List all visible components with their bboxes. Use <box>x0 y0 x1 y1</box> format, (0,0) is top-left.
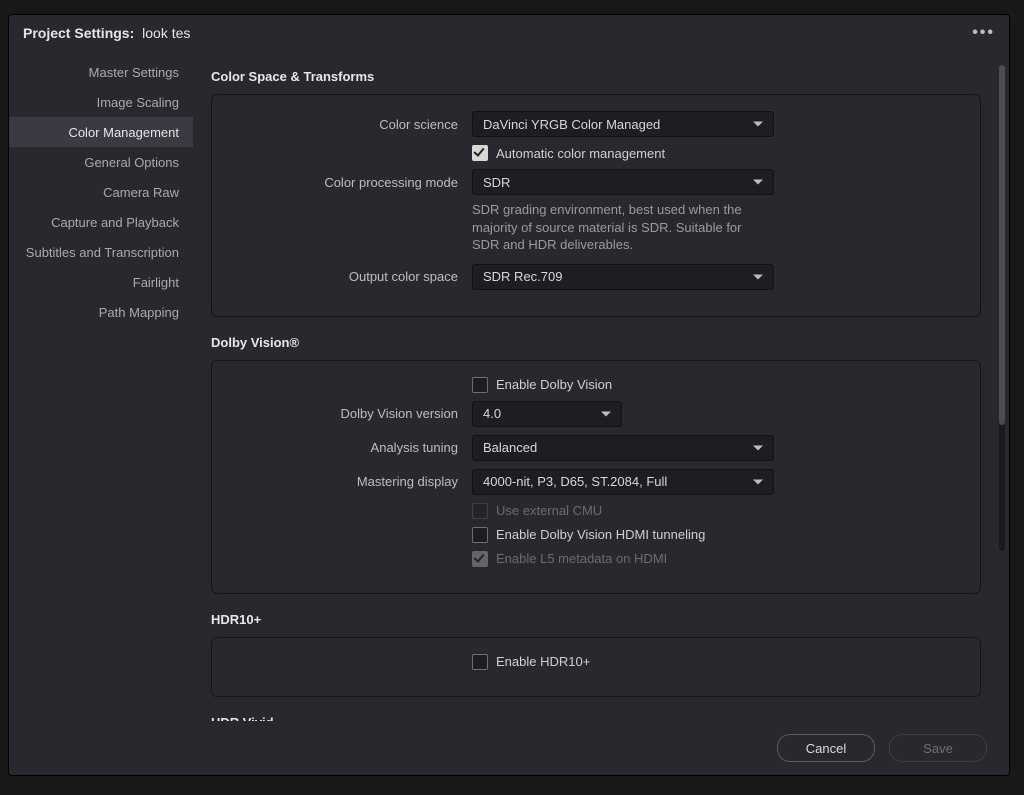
sidebar-item-master-settings[interactable]: Master Settings <box>9 57 193 87</box>
section-title-hdr10plus: HDR10+ <box>211 612 981 627</box>
label-enable-dolby-vision: Enable Dolby Vision <box>496 377 612 392</box>
select-dolby-vision-version[interactable]: 4.0 <box>472 401 622 427</box>
dialog-titlebar: Project Settings: look tes ••• <box>9 15 1009 51</box>
checkbox-l5-metadata <box>472 551 488 567</box>
section-title-hdr-vivid: HDR Vivid <box>211 715 981 721</box>
label-dolby-hdmi-tunneling: Enable Dolby Vision HDMI tunneling <box>496 527 705 542</box>
select-analysis-tuning[interactable]: Balanced <box>472 435 774 461</box>
label-l5-metadata: Enable L5 metadata on HDMI <box>496 551 667 566</box>
sidebar-item-color-management[interactable]: Color Management <box>9 117 193 147</box>
cancel-button[interactable]: Cancel <box>777 734 875 762</box>
dialog-title-project: look tes <box>138 25 190 41</box>
label-color-processing-mode: Color processing mode <box>230 175 472 190</box>
select-color-science-value: DaVinci YRGB Color Managed <box>483 117 660 132</box>
label-mastering-display: Mastering display <box>230 474 472 489</box>
dialog-title-prefix: Project Settings: <box>23 25 134 41</box>
select-color-science[interactable]: DaVinci YRGB Color Managed <box>472 111 774 137</box>
section-title-dolby-vision: Dolby Vision® <box>211 335 981 350</box>
select-cpm-value: SDR <box>483 175 510 190</box>
sidebar-item-capture-playback[interactable]: Capture and Playback <box>9 207 193 237</box>
more-menu-icon[interactable]: ••• <box>972 24 995 42</box>
checkbox-use-external-cmu <box>472 503 488 519</box>
select-dv-version-value: 4.0 <box>483 406 501 421</box>
select-color-processing-mode[interactable]: SDR <box>472 169 774 195</box>
label-analysis-tuning: Analysis tuning <box>230 440 472 455</box>
checkbox-enable-dolby-vision[interactable] <box>472 377 488 393</box>
select-output-color-space[interactable]: SDR Rec.709 <box>472 264 774 290</box>
label-enable-hdr10plus: Enable HDR10+ <box>496 654 590 669</box>
label-use-external-cmu: Use external CMU <box>496 503 602 518</box>
project-settings-dialog: Project Settings: look tes ••• Master Se… <box>8 14 1010 776</box>
checkbox-auto-color-management[interactable] <box>472 145 488 161</box>
select-mastering-value: 4000-nit, P3, D65, ST.2084, Full <box>483 474 667 489</box>
save-button: Save <box>889 734 987 762</box>
checkbox-dolby-hdmi-tunneling[interactable] <box>472 527 488 543</box>
panel-dolby-vision: Enable Dolby Vision Dolby Vision version… <box>211 360 981 594</box>
sidebar-item-camera-raw[interactable]: Camera Raw <box>9 177 193 207</box>
sidebar-item-path-mapping[interactable]: Path Mapping <box>9 297 193 327</box>
sidebar-item-general-options[interactable]: General Options <box>9 147 193 177</box>
label-auto-color-management: Automatic color management <box>496 146 665 161</box>
label-color-science: Color science <box>230 117 472 132</box>
panel-colorspace: Color science DaVinci YRGB Color Managed… <box>211 94 981 317</box>
panel-hdr10plus: Enable HDR10+ <box>211 637 981 697</box>
sidebar-item-fairlight[interactable]: Fairlight <box>9 267 193 297</box>
checkbox-enable-hdr10plus[interactable] <box>472 654 488 670</box>
dialog-footer: Cancel Save <box>9 721 1009 775</box>
select-ocs-value: SDR Rec.709 <box>483 269 562 284</box>
scrollbar-thumb[interactable] <box>999 65 1005 425</box>
select-tuning-value: Balanced <box>483 440 537 455</box>
hint-color-processing-mode: SDR grading environment, best used when … <box>472 201 756 254</box>
label-output-color-space: Output color space <box>230 269 472 284</box>
select-mastering-display[interactable]: 4000-nit, P3, D65, ST.2084, Full <box>472 469 774 495</box>
settings-main: Color Space & Transforms Color science D… <box>193 51 1009 721</box>
sidebar-item-subtitles[interactable]: Subtitles and Transcription <box>9 237 193 267</box>
settings-scroll[interactable]: Color Space & Transforms Color science D… <box>211 61 991 721</box>
sidebar-item-image-scaling[interactable]: Image Scaling <box>9 87 193 117</box>
settings-sidebar: Master Settings Image Scaling Color Mana… <box>9 51 193 721</box>
label-dolby-vision-version: Dolby Vision version <box>230 406 472 421</box>
section-title-colorspace: Color Space & Transforms <box>211 69 981 84</box>
